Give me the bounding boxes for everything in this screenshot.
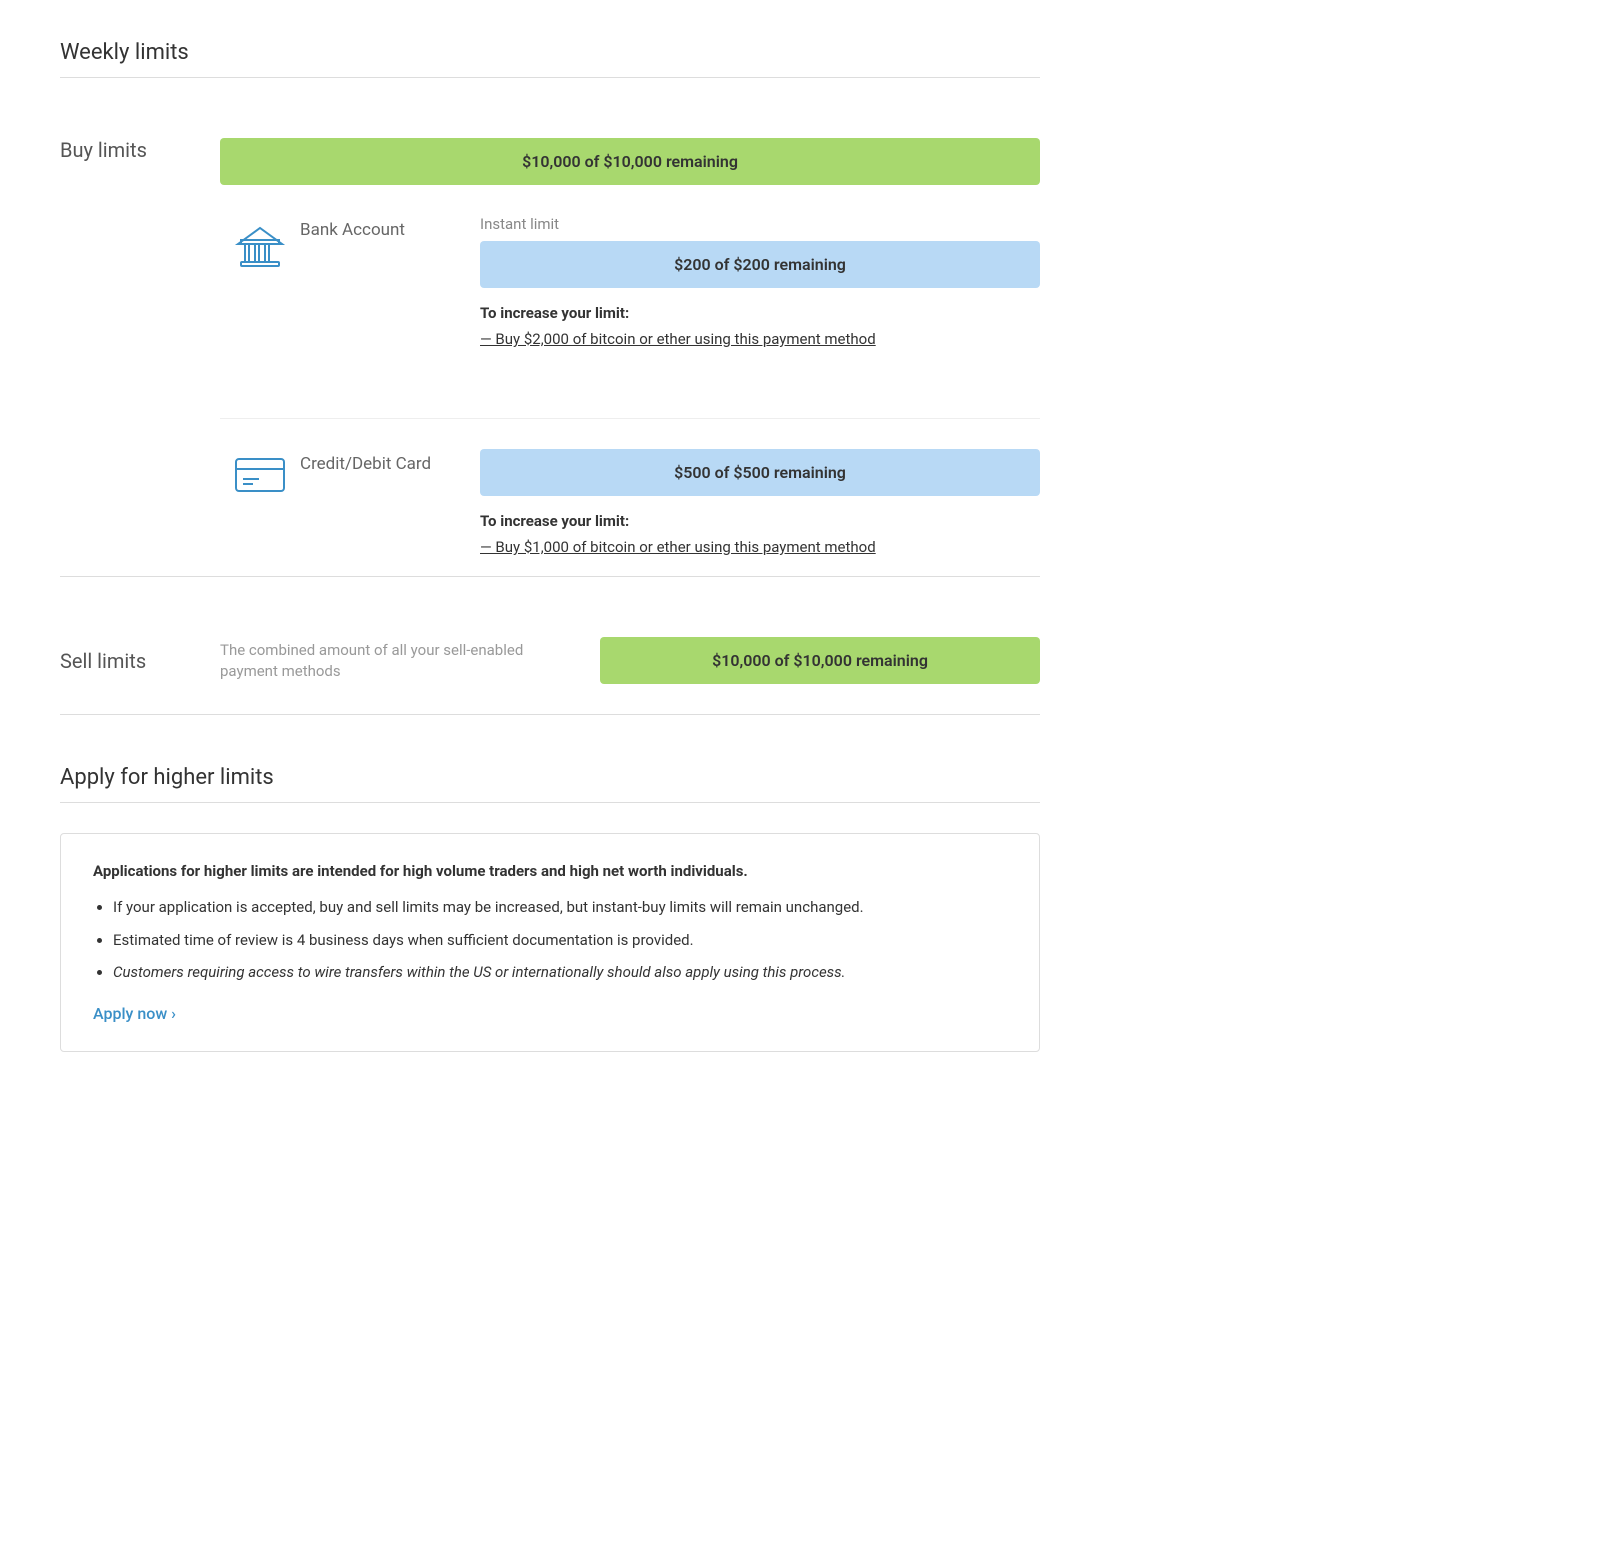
buy-overall-limit-bar: $10,000 of $10,000 remaining <box>220 138 1040 185</box>
sell-limits-section: Sell limits The combined amount of all y… <box>60 607 1040 714</box>
apply-bullet-1: If your application is accepted, buy and… <box>113 896 1007 919</box>
credit-card-bar: $500 of $500 remaining <box>480 449 1040 496</box>
bank-account-row: Bank Account Instant limit $200 of $200 … <box>220 215 1040 348</box>
sell-limit-bar: $10,000 of $10,000 remaining <box>600 637 1040 684</box>
bank-account-increase-title: To increase your limit: <box>480 304 1040 322</box>
apply-section: Apply for higher limits Applications for… <box>60 765 1040 1052</box>
credit-card-name: Credit/Debit Card <box>300 449 480 474</box>
credit-card-icon <box>220 449 300 496</box>
bank-account-instant-label: Instant limit <box>480 215 1040 233</box>
buy-limits-label: Buy limits <box>60 138 220 162</box>
apply-bullet-3: Customers requiring access to wire trans… <box>113 961 1007 984</box>
apply-bullet-list: If your application is accepted, buy and… <box>93 896 1007 984</box>
weekly-limits-divider <box>60 77 1040 78</box>
sell-limits-bottom-divider <box>60 714 1040 715</box>
weekly-limits-section: Weekly limits <box>60 40 1040 78</box>
credit-card-increase-title: To increase your limit: <box>480 512 1040 530</box>
apply-section-title: Apply for higher limits <box>60 765 1040 790</box>
apply-bullet-2: Estimated time of review is 4 business d… <box>113 929 1007 952</box>
apply-box: Applications for higher limits are inten… <box>60 833 1040 1052</box>
credit-card-increase-link[interactable]: — Buy $1,000 of bitcoin or ether using t… <box>480 538 876 556</box>
weekly-limits-title: Weekly limits <box>60 40 1040 65</box>
bank-account-instant-bar: $200 of $200 remaining <box>480 241 1040 288</box>
bank-account-icon <box>220 215 300 274</box>
bank-account-increase-link[interactable]: — Buy $2,000 of bitcoin or ether using t… <box>480 330 876 348</box>
payment-methods-divider <box>220 418 1040 419</box>
buy-limits-top: Buy limits $10,000 of $10,000 remaining <box>60 138 1040 556</box>
apply-box-title: Applications for higher limits are inten… <box>93 862 1007 880</box>
bank-account-limit-info: Instant limit $200 of $200 remaining To … <box>480 215 1040 348</box>
sell-limits-description: The combined amount of all your sell-ena… <box>220 640 600 682</box>
bank-account-increase-text: — Buy $2,000 of bitcoin or ether using t… <box>480 330 1040 348</box>
sell-limits-right: $10,000 of $10,000 remaining <box>600 637 1040 684</box>
buy-top-right: $10,000 of $10,000 remaining <box>220 138 1040 556</box>
bank-account-name: Bank Account <box>300 215 480 240</box>
credit-card-row: Credit/Debit Card $500 of $500 remaining… <box>220 449 1040 556</box>
apply-section-divider <box>60 802 1040 803</box>
credit-card-increase-text: — Buy $1,000 of bitcoin or ether using t… <box>480 538 1040 556</box>
sell-limits-top-divider <box>60 576 1040 577</box>
credit-card-limit-info: $500 of $500 remaining To increase your … <box>480 449 1040 556</box>
buy-limits-outer: Buy limits $10,000 of $10,000 remaining <box>60 108 1040 556</box>
apply-now-link[interactable]: Apply now › <box>93 1004 176 1023</box>
sell-limits-label: Sell limits <box>60 649 220 673</box>
